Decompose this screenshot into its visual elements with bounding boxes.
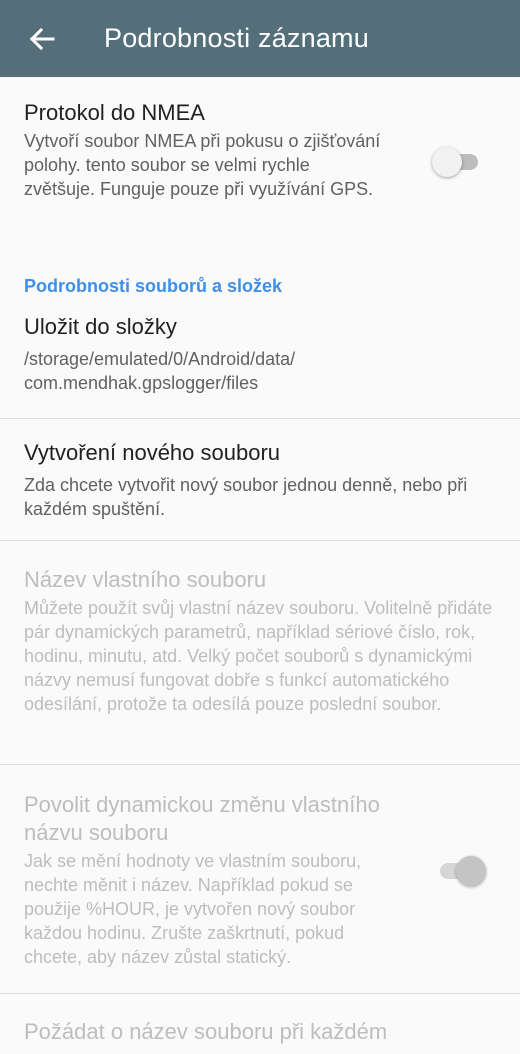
pref-summary: Můžete použít svůj vlastní název souboru… [24, 598, 493, 714]
switch-thumb [432, 147, 462, 177]
pref-title: Povolit dynamickou změnu vlastního názvu… [24, 792, 380, 845]
preferences-list: Protokol do NMEA Vytvoří soubor NMEA při… [0, 77, 520, 1054]
pref-save-folder[interactable]: Uložit do složky /storage/emulated/0/And… [0, 305, 520, 418]
pref-dynamic-file-name: Povolit dynamickou změnu vlastního názvu… [0, 765, 520, 993]
arrow-left-icon [29, 27, 55, 50]
pref-custom-file-name: Název vlastního souboru Můžete použít sv… [0, 541, 520, 764]
dynamic-name-toggle-switch [436, 856, 486, 886]
page-title: Podrobnosti záznamu [104, 23, 369, 53]
pref-title: Protokol do NMEA [24, 100, 205, 125]
back-button[interactable] [22, 19, 62, 59]
nmea-toggle-switch[interactable] [432, 147, 482, 177]
category-header: Podrobnosti souborů a složek [24, 276, 283, 296]
pref-title: Požádat o název souboru při každém [24, 1019, 388, 1044]
pref-summary: Jak se mění hodnoty ve vlastním souboru,… [24, 851, 362, 967]
pref-summary: Vytvoří soubor NMEA při pokusu o zjišťov… [24, 131, 381, 199]
pref-summary: /storage/emulated/0/Android/data/ com.me… [24, 349, 296, 393]
app-bar: Podrobnosti záznamu [0, 0, 520, 77]
pref-title: Uložit do složky [24, 314, 177, 339]
pref-title: Název vlastního souboru [24, 567, 267, 592]
pref-nmea-log[interactable]: Protokol do NMEA Vytvoří soubor NMEA při… [0, 77, 520, 229]
pref-ask-file-name: Požádat o název souboru při každém [0, 994, 520, 1054]
pref-new-file-creation[interactable]: Vytvoření nového souboru Zda chcete vytv… [0, 419, 520, 540]
pref-summary: Zda chcete vytvořit nový soubor jednou d… [24, 475, 468, 519]
pref-title: Vytvoření nového souboru [24, 440, 281, 465]
switch-thumb [456, 856, 486, 886]
